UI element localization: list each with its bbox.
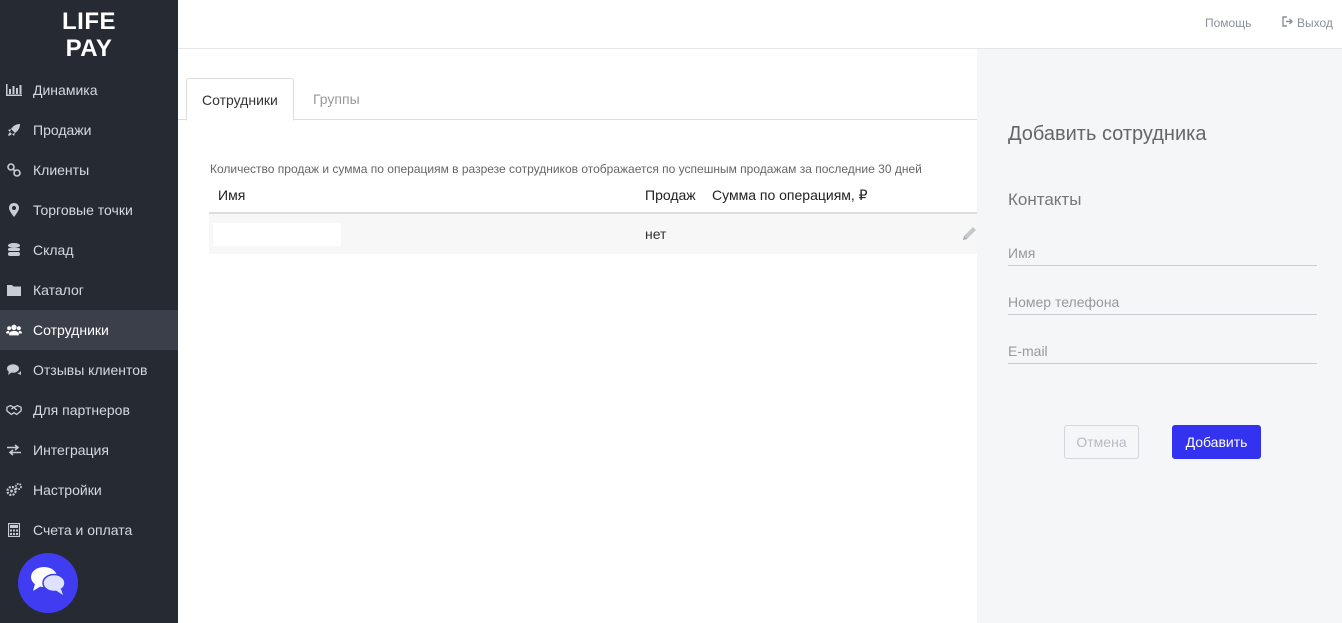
sidebar-item-employees[interactable]: Сотрудники (0, 310, 178, 350)
logo-line-2: PAY (65, 35, 113, 62)
users-icon (6, 323, 22, 337)
top-bar: Помощь Выход (178, 0, 1342, 49)
column-header-name: Имя (218, 187, 246, 203)
rocket-icon (6, 123, 22, 137)
sidebar-item-integration[interactable]: Интеграция (0, 430, 178, 470)
sidebar-item-label: Продажи (33, 122, 92, 138)
sidebar-item-catalog[interactable]: Каталог (0, 270, 178, 310)
link-icon (6, 163, 22, 177)
sidebar-item-sales[interactable]: Продажи (0, 110, 178, 150)
sidebar-item-label: Настройки (33, 482, 102, 498)
comments-icon (6, 363, 22, 377)
employee-name-cell (213, 223, 341, 246)
sidebar-item-label: Счета и оплата (33, 522, 133, 538)
handshake-icon (6, 403, 22, 417)
sidebar-item-label: Интеграция (33, 442, 109, 458)
sidebar-item-reviews[interactable]: Отзывы клиентов (0, 350, 178, 390)
folder-icon (6, 283, 22, 297)
tab-groups[interactable]: Группы (298, 78, 375, 120)
sidebar-item-label: Каталог (33, 282, 84, 298)
tab-bar: Сотрудники Группы (178, 78, 977, 121)
logout-link[interactable]: Выход (1282, 16, 1333, 30)
database-icon (6, 243, 22, 257)
sidebar-item-label: Торговые точки (33, 202, 133, 218)
sidebar-item-label: Для партнеров (33, 402, 130, 418)
contacts-section-title: Контакты (1008, 190, 1082, 209)
sidebar-item-dynamics[interactable]: Динамика (0, 70, 178, 110)
add-button[interactable]: Добавить (1172, 425, 1261, 459)
chat-widget-button[interactable] (18, 553, 78, 613)
sidebar-item-settings[interactable]: Настройки (0, 470, 178, 510)
sidebar-item-label: Клиенты (33, 162, 90, 178)
bar-chart-icon (6, 83, 22, 97)
phone-input[interactable] (1008, 289, 1317, 315)
logo[interactable]: LIFE PAY (62, 8, 116, 62)
employee-sales-cell: нет (645, 226, 667, 242)
app-root: LIFE PAY Динамика Продажи Клиенты Торгов… (0, 0, 1342, 623)
help-link[interactable]: Помощь (1205, 16, 1251, 30)
cancel-button[interactable]: Отмена (1064, 425, 1139, 459)
name-input[interactable] (1008, 240, 1317, 266)
email-input[interactable] (1008, 338, 1317, 364)
sidebar-item-label: Динамика (33, 82, 98, 98)
sign-out-icon (1282, 16, 1294, 30)
sidebar-item-warehouse[interactable]: Склад (0, 230, 178, 270)
exchange-icon (6, 443, 22, 457)
sidebar-nav: Динамика Продажи Клиенты Торговые точки (0, 70, 178, 550)
chat-bubbles-icon (29, 565, 67, 602)
calculator-icon (6, 523, 22, 537)
sidebar: LIFE PAY Динамика Продажи Клиенты Торгов… (0, 0, 178, 623)
sidebar-item-billing[interactable]: Счета и оплата (0, 510, 178, 550)
panel-title: Добавить сотрудника (1008, 123, 1207, 145)
column-header-sum: Сумма по операциям, ₽ (712, 187, 868, 203)
stats-note: Количество продаж и сумма по операциям в… (210, 162, 922, 176)
add-employee-panel: Добавить сотрудника Контакты Отмена Доба… (977, 49, 1342, 623)
column-header-sales: Продаж (645, 187, 696, 203)
cogs-icon (6, 483, 22, 497)
sidebar-item-label: Сотрудники (33, 322, 109, 338)
sidebar-item-label: Отзывы клиентов (33, 362, 148, 378)
sidebar-item-clients[interactable]: Клиенты (0, 150, 178, 190)
sidebar-item-partners[interactable]: Для партнеров (0, 390, 178, 430)
logout-label: Выход (1297, 16, 1333, 30)
employees-table: Имя Продаж Сумма по операциям, ₽ нет (209, 178, 977, 254)
table-row[interactable]: нет (209, 214, 977, 254)
sidebar-item-outlets[interactable]: Торговые точки (0, 190, 178, 230)
sidebar-item-label: Склад (33, 242, 74, 258)
logo-line-1: LIFE (62, 8, 116, 35)
pencil-icon[interactable] (961, 225, 978, 245)
map-marker-icon (6, 203, 22, 217)
tab-employees[interactable]: Сотрудники (186, 78, 294, 121)
table-header: Имя Продаж Сумма по операциям, ₽ (209, 178, 977, 214)
